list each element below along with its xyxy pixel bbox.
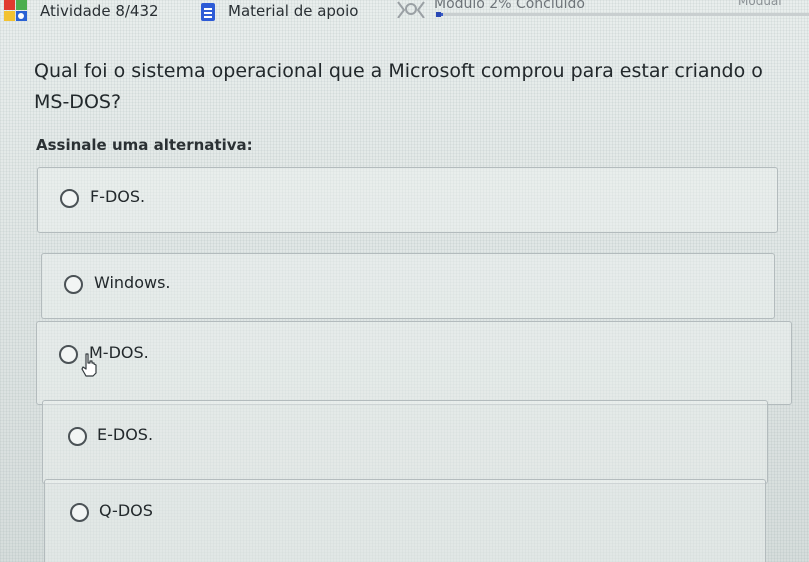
right-label: Moduai [738,0,782,8]
document-icon [201,3,215,21]
module-progress: Módulo 2% Concluído [396,0,636,20]
activity-counter: Atividade 8/432 [40,2,159,20]
option-3[interactable]: M-DOS. [36,321,792,405]
option-label: M-DOS. [89,343,149,362]
module-badge-icon [397,1,425,18]
option-label: Q-DOS [99,501,153,520]
progress-indicator [436,12,441,17]
question-text: Qual foi o sistema operacional que a Mic… [34,60,763,113]
option-2[interactable]: Windows. [41,253,775,319]
material-link[interactable]: Material de apoio [228,2,358,20]
app-logo-icon [4,0,27,21]
radio-icon[interactable] [64,275,83,294]
option-5[interactable]: Q-DOS [44,479,766,562]
option-label: E-DOS. [97,425,154,444]
progress-bar [436,13,809,16]
instruction-text: Assinale uma alternativa: [36,136,253,154]
radio-icon[interactable] [70,503,89,522]
radio-icon[interactable] [60,189,79,208]
radio-icon[interactable] [59,345,78,364]
option-1[interactable]: F-DOS. [37,167,778,233]
option-4[interactable]: E-DOS. [42,400,768,484]
radio-icon[interactable] [68,427,87,446]
hand-cursor-icon [81,353,97,377]
option-label: Windows. [94,273,171,292]
module-label: Módulo 2% Concluído [434,0,585,12]
option-label: F-DOS. [90,187,146,206]
